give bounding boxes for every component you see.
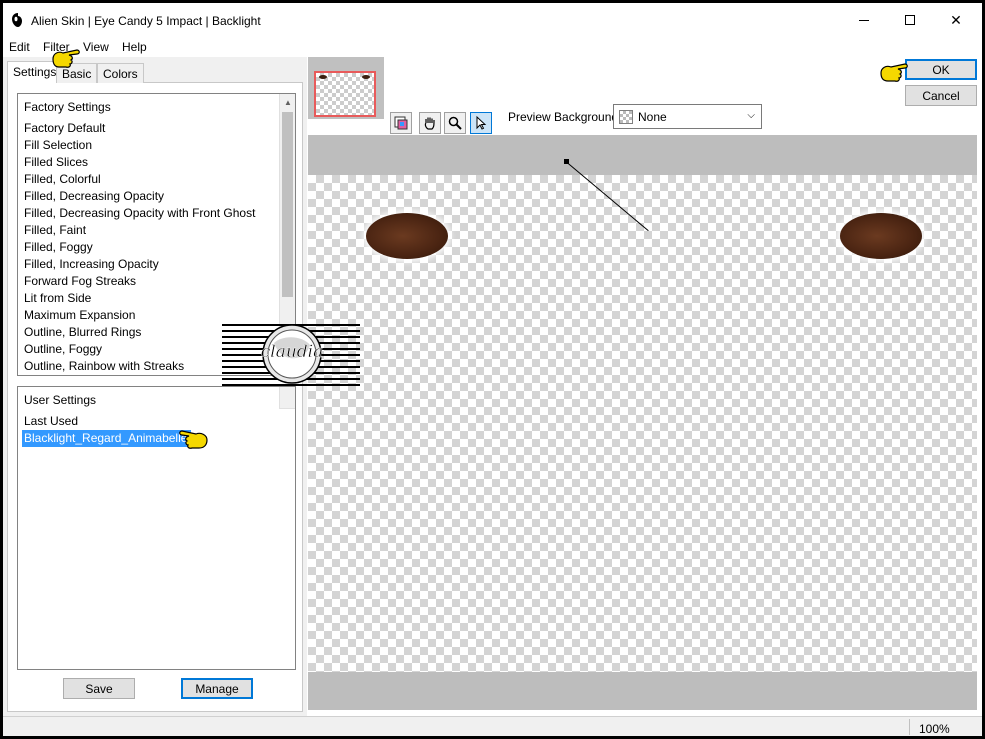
cancel-button[interactable]: Cancel bbox=[905, 85, 977, 106]
arrow-pointer-icon bbox=[476, 115, 487, 130]
user-settings-header: User Settings bbox=[24, 393, 97, 407]
manage-button[interactable]: Manage bbox=[181, 678, 253, 699]
preview-background-label: Preview Background: bbox=[508, 110, 622, 124]
claudia-watermark-logo: claudia bbox=[222, 324, 360, 386]
chevron-down-icon: ⌵ bbox=[747, 110, 755, 121]
preview-toggle-icon bbox=[394, 116, 408, 130]
list-item[interactable]: Fill Selection bbox=[24, 137, 274, 154]
alien-skin-app-icon bbox=[12, 13, 22, 27]
list-item[interactable]: Lit from Side bbox=[24, 290, 274, 307]
menu-help[interactable]: Help bbox=[122, 40, 147, 54]
status-bar: 100% bbox=[3, 716, 982, 736]
menu-bar: Edit Filter View Help bbox=[3, 37, 982, 57]
toggle-preview-button[interactable] bbox=[390, 112, 412, 134]
magnifier-icon bbox=[448, 116, 462, 130]
eye-left-image bbox=[366, 213, 448, 259]
thumbnail-eye-right bbox=[362, 75, 370, 79]
minimize-icon bbox=[859, 19, 869, 21]
zoom-level: 100% bbox=[919, 722, 950, 736]
watermark-text: claudia bbox=[261, 342, 324, 362]
list-item[interactable]: Forward Fog Streaks bbox=[24, 273, 274, 290]
hand-tool-button[interactable] bbox=[419, 112, 441, 134]
save-button[interactable]: Save bbox=[63, 678, 135, 699]
list-item[interactable]: Factory Default bbox=[24, 120, 274, 137]
status-divider bbox=[909, 719, 910, 735]
user-list-scrollbar[interactable] bbox=[279, 387, 295, 409]
list-item-last-used[interactable]: Last Used bbox=[24, 413, 274, 430]
list-item[interactable]: Filled, Decreasing Opacity with Front Gh… bbox=[24, 205, 274, 222]
thumbnail-eye-left bbox=[319, 75, 327, 79]
navigator-thumbnail[interactable] bbox=[314, 71, 376, 117]
list-item[interactable]: Filled, Faint bbox=[24, 222, 274, 239]
settings-tab-page: Factory Settings Factory Default Fill Se… bbox=[7, 82, 303, 712]
list-item[interactable]: Filled, Increasing Opacity bbox=[24, 256, 274, 273]
eye-candy-window: Alien Skin | Eye Candy 5 Impact | Backli… bbox=[3, 3, 982, 736]
preview-canvas[interactable] bbox=[308, 135, 977, 710]
menu-view[interactable]: View bbox=[83, 40, 109, 54]
title-bar: Alien Skin | Eye Candy 5 Impact | Backli… bbox=[3, 3, 982, 37]
preview-background-select[interactable]: None ⌵ bbox=[613, 104, 762, 129]
ok-button[interactable]: OK bbox=[905, 59, 977, 80]
pointing-hand-filter-icon bbox=[52, 49, 80, 68]
hand-icon bbox=[424, 117, 435, 130]
menu-edit[interactable]: Edit bbox=[9, 40, 30, 54]
window-title: Alien Skin | Eye Candy 5 Impact | Backli… bbox=[31, 14, 261, 28]
factory-settings-header: Factory Settings bbox=[24, 100, 111, 114]
close-button[interactable]: ✕ bbox=[933, 3, 979, 37]
list-item[interactable]: Filled, Colorful bbox=[24, 171, 274, 188]
navigator-area bbox=[308, 57, 384, 119]
list-item[interactable]: Filled, Decreasing Opacity bbox=[24, 188, 274, 205]
pointing-hand-preset-icon bbox=[179, 430, 208, 449]
list-item[interactable]: Filled Slices bbox=[24, 154, 274, 171]
checker-swatch-icon bbox=[619, 110, 633, 124]
list-item-selected[interactable]: Blacklight_Regard_Animabelle bbox=[22, 430, 192, 447]
maximize-button[interactable] bbox=[887, 3, 933, 37]
transparency-checkerboard bbox=[308, 175, 977, 672]
eye-right-image bbox=[840, 213, 922, 259]
maximize-icon bbox=[905, 15, 915, 25]
select-tool-button[interactable] bbox=[470, 112, 492, 134]
user-settings-items: Last Used Blacklight_Regard_Animabelle bbox=[22, 413, 274, 447]
close-icon: ✕ bbox=[950, 11, 962, 28]
scroll-thumb[interactable] bbox=[282, 112, 293, 297]
list-item[interactable]: Filled, Foggy bbox=[24, 239, 274, 256]
zoom-tool-button[interactable] bbox=[444, 112, 466, 134]
user-settings-list[interactable]: User Settings Last Used Blacklight_Regar… bbox=[17, 386, 296, 670]
tab-colors[interactable]: Colors bbox=[97, 63, 144, 83]
scroll-up-arrow-icon[interactable]: ▲ bbox=[280, 94, 295, 111]
minimize-button[interactable] bbox=[841, 3, 887, 37]
pointing-hand-ok-icon bbox=[880, 63, 908, 82]
preview-background-value: None bbox=[638, 110, 667, 124]
